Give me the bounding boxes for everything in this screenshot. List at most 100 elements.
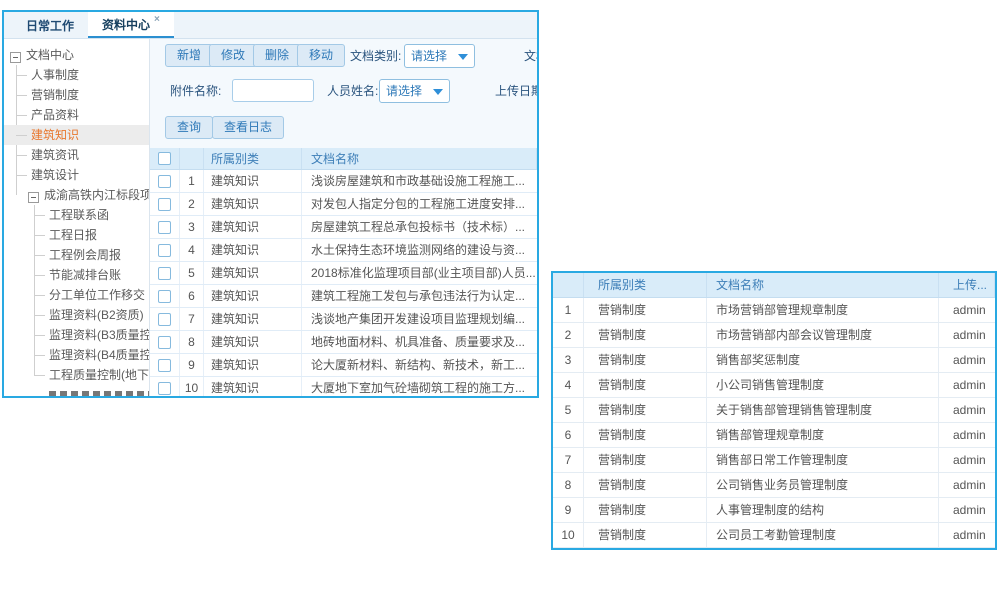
tab-daily-work[interactable]: 日常工作 bbox=[12, 12, 88, 38]
row-doc-name: 浅谈地产集团开发建设项目监理规划编... bbox=[302, 308, 537, 330]
action-button[interactable]: 新增 bbox=[165, 44, 213, 67]
tree-item[interactable]: 产品资料 bbox=[4, 105, 149, 125]
action-button[interactable]: 删除 bbox=[253, 44, 301, 67]
row-checkbox[interactable] bbox=[158, 359, 171, 372]
row-category: 建筑知识 bbox=[204, 170, 302, 192]
table-row[interactable]: 5 建筑知识 2018标准化监理项目部(业主项目部)人员... bbox=[150, 262, 537, 285]
tree-item[interactable]: 建筑知识 bbox=[4, 125, 149, 145]
table-row[interactable]: 9 营销制度 人事管理制度的结构 admin bbox=[553, 498, 995, 523]
row-uploader: admin bbox=[939, 373, 995, 397]
document-list-pane: 新增修改删除移动 文档类别: 请选择 文档 附件名称: 人员姓名: 请选择 bbox=[150, 39, 537, 396]
row-number: 6 bbox=[553, 423, 584, 447]
table-row[interactable]: 3 营销制度 销售部奖惩制度 admin bbox=[553, 348, 995, 373]
table-row[interactable]: 10 建筑知识 大厦地下室加气砼墙砌筑工程的施工方... bbox=[150, 377, 537, 396]
row-checkbox[interactable] bbox=[158, 244, 171, 257]
view-log-button[interactable]: 查看日志 bbox=[212, 116, 284, 139]
row-checkbox[interactable] bbox=[158, 175, 171, 188]
table-row[interactable]: 8 营销制度 公司销售业务员管理制度 admin bbox=[553, 473, 995, 498]
table-row[interactable]: 6 建筑知识 建筑工程施工发包与承包违法行为认定... bbox=[150, 285, 537, 308]
collapse-icon[interactable] bbox=[28, 192, 39, 203]
table-row[interactable]: 10 营销制度 公司员工考勤管理制度 admin bbox=[553, 523, 995, 548]
row-checkbox[interactable] bbox=[158, 336, 171, 349]
tree-item[interactable]: 营销制度 bbox=[4, 85, 149, 105]
table-row[interactable]: 3 建筑知识 房屋建筑工程总承包投标书（技术标）... bbox=[150, 216, 537, 239]
row-category: 建筑知识 bbox=[204, 377, 302, 396]
row-doc-name: 房屋建筑工程总承包投标书（技术标）... bbox=[302, 216, 537, 238]
row-number: 3 bbox=[180, 216, 204, 238]
table-row[interactable]: 1 营销制度 市场营销部管理规章制度 admin bbox=[553, 298, 995, 323]
row-checkbox[interactable] bbox=[158, 313, 171, 326]
tree-item[interactable]: 工程联系函 bbox=[4, 205, 149, 225]
table-row[interactable]: 9 建筑知识 论大厦新材料、新结构、新技术，新工... bbox=[150, 354, 537, 377]
action-button[interactable]: 移动 bbox=[297, 44, 345, 67]
tree-item[interactable]: 建筑资讯 bbox=[4, 145, 149, 165]
table-row[interactable]: 7 建筑知识 浅谈地产集团开发建设项目监理规划编... bbox=[150, 308, 537, 331]
row-doc-name: 大厦地下室加气砼墙砌筑工程的施工方... bbox=[302, 377, 537, 396]
table-row[interactable]: 4 营销制度 小公司销售管理制度 admin bbox=[553, 373, 995, 398]
row-category: 营销制度 bbox=[584, 298, 707, 322]
row-doc-name: 人事管理制度的结构 bbox=[707, 498, 939, 522]
attachment-name-input[interactable] bbox=[232, 79, 314, 102]
table-row[interactable]: 6 营销制度 销售部管理规章制度 admin bbox=[553, 423, 995, 448]
tab-daily-work-label: 日常工作 bbox=[26, 17, 74, 34]
tree-item-root[interactable]: 文档中心 bbox=[4, 45, 149, 65]
select-all-checkbox[interactable] bbox=[158, 152, 171, 165]
documents-table: 所属别类 文档名称 1 建筑知识 浅谈房屋建筑和市政基础设施工程施工... 2 bbox=[150, 148, 537, 396]
row-number: 3 bbox=[553, 348, 584, 372]
tree-item[interactable]: 工程日报 bbox=[4, 225, 149, 245]
tree-item[interactable]: 人事制度 bbox=[4, 65, 149, 85]
row-checkbox[interactable] bbox=[158, 290, 171, 303]
table-row[interactable]: 4 建筑知识 水土保持生态环境监测网络的建设与资... bbox=[150, 239, 537, 262]
row-checkbox-cell bbox=[150, 193, 180, 215]
person-name-select[interactable]: 请选择 bbox=[379, 79, 450, 103]
row-checkbox[interactable] bbox=[158, 221, 171, 234]
table-row[interactable]: 2 营销制度 市场营销部内部会议管理制度 admin bbox=[553, 323, 995, 348]
doc-category-select[interactable]: 请选择 bbox=[404, 44, 475, 68]
tree-item[interactable]: 建筑设计 bbox=[4, 165, 149, 185]
row-uploader: admin bbox=[939, 298, 995, 322]
row-doc-name: 水土保持生态环境监测网络的建设与资... bbox=[302, 239, 537, 261]
row-uploader: admin bbox=[939, 473, 995, 497]
table-row[interactable]: 8 建筑知识 地砖地面材料、机具准备、质量要求及... bbox=[150, 331, 537, 354]
tree-item[interactable]: 监理资料(B3质量控制) bbox=[4, 325, 149, 345]
row-category: 建筑知识 bbox=[204, 193, 302, 215]
action-button[interactable]: 修改 bbox=[209, 44, 257, 67]
tree-item[interactable]: 工程例会周报 bbox=[4, 245, 149, 265]
collapse-icon[interactable] bbox=[10, 52, 21, 63]
tree-item[interactable]: 监理资料(B2资质) bbox=[4, 305, 149, 325]
close-icon[interactable]: × bbox=[154, 14, 160, 25]
row-checkbox[interactable] bbox=[158, 198, 171, 211]
tree-item-clipped bbox=[49, 391, 149, 396]
row-category: 建筑知识 bbox=[204, 308, 302, 330]
row-checkbox[interactable] bbox=[158, 382, 171, 395]
row-number: 8 bbox=[553, 473, 584, 497]
tab-data-center[interactable]: 资料中心 × bbox=[88, 12, 174, 38]
row-doc-name: 公司员工考勤管理制度 bbox=[707, 523, 939, 547]
category-column-header: 所属别类 bbox=[584, 273, 707, 297]
row-category: 建筑知识 bbox=[204, 262, 302, 284]
row-category: 建筑知识 bbox=[204, 354, 302, 376]
row-doc-name: 对发包人指定分包的工程施工进度安排... bbox=[302, 193, 537, 215]
row-checkbox-cell bbox=[150, 331, 180, 353]
row-category: 营销制度 bbox=[584, 523, 707, 547]
table-row[interactable]: 2 建筑知识 对发包人指定分包的工程施工进度安排... bbox=[150, 193, 537, 216]
tree-item-project-root[interactable]: 成渝高铁内江标段项目 bbox=[4, 185, 149, 205]
row-number: 4 bbox=[180, 239, 204, 261]
table-row[interactable]: 5 营销制度 关于销售部管理销售管理制度 admin bbox=[553, 398, 995, 423]
row-category: 营销制度 bbox=[584, 348, 707, 372]
tree-item[interactable]: 监理资料(B4质量控制) bbox=[4, 345, 149, 365]
row-category: 建筑知识 bbox=[204, 331, 302, 353]
row-number: 9 bbox=[553, 498, 584, 522]
tree-item[interactable]: 工程质量控制(地下室) bbox=[4, 365, 149, 385]
upload-date-label: 上传日期 bbox=[495, 79, 537, 103]
results-table-header: 所属别类 文档名称 上传... bbox=[553, 273, 995, 298]
row-doc-name: 2018标准化监理项目部(业主项目部)人员... bbox=[302, 262, 537, 284]
row-number: 8 bbox=[180, 331, 204, 353]
table-row[interactable]: 1 建筑知识 浅谈房屋建筑和市政基础设施工程施工... bbox=[150, 170, 537, 193]
tree-item[interactable]: 节能减排台账 bbox=[4, 265, 149, 285]
query-button[interactable]: 查询 bbox=[165, 116, 213, 139]
table-row[interactable]: 7 营销制度 销售部日常工作管理制度 admin bbox=[553, 448, 995, 473]
results-table-panel: 所属别类 文档名称 上传... 1 营销制度 市场营销部管理规章制度 admin… bbox=[551, 271, 997, 550]
row-checkbox[interactable] bbox=[158, 267, 171, 280]
tree-item[interactable]: 分工单位工作移交 bbox=[4, 285, 149, 305]
